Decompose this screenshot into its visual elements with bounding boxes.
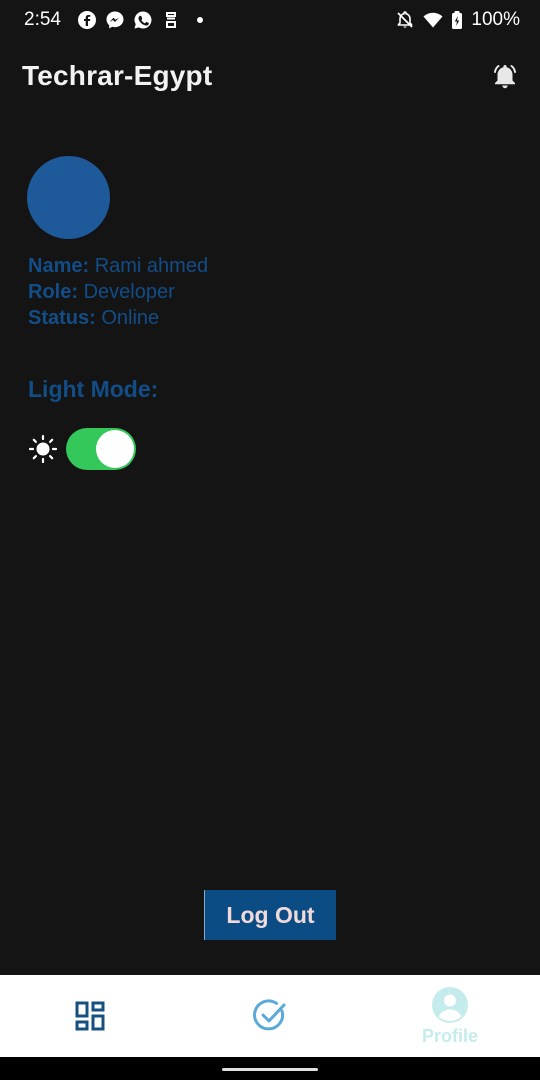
check-circle-icon (253, 999, 286, 1031)
name-row: Name: Rami ahmed (28, 253, 208, 279)
toggle-knob (96, 430, 134, 468)
role-value: Developer (83, 281, 175, 303)
status-label: Status: (28, 307, 96, 329)
status-right: 100% (395, 9, 520, 31)
role-label: Role: (28, 281, 78, 303)
wifi-icon (423, 12, 443, 28)
logout-button[interactable]: Log Out (204, 890, 336, 940)
app-title: Techrar-Egypt (22, 60, 213, 91)
bottom-navigation: Profile (0, 975, 540, 1057)
status-time: 2:54 (24, 9, 61, 30)
battery-percent: 100% (471, 9, 520, 30)
notifications-off-icon (397, 11, 414, 28)
profile-icon (432, 986, 468, 1023)
whatsapp-icon (134, 11, 152, 29)
status-bar: 2:54 100% (0, 0, 540, 40)
profile-info: Name: Rami ahmed Role: Developer Status:… (28, 253, 208, 331)
messenger-icon (106, 11, 124, 29)
light-mode-title: Light Mode: (28, 376, 159, 402)
mode-switch-row (28, 427, 170, 471)
home-gesture-handle[interactable] (222, 1068, 318, 1071)
app-icon (165, 12, 176, 28)
notification-dot (196, 17, 203, 23)
app-bar: Techrar-Egypt (0, 40, 540, 112)
nav-item-tasks[interactable] (180, 975, 360, 1057)
status-row: Status: Online (28, 305, 208, 331)
battery-charging-icon (452, 11, 463, 29)
gesture-bar (0, 1057, 540, 1080)
status-left: 2:54 (24, 9, 203, 31)
name-value: Rami ahmed (94, 255, 209, 277)
bell-icon (494, 65, 516, 89)
notifications-button[interactable] (488, 59, 522, 93)
sun-icon (28, 434, 58, 464)
moon-icon (149, 437, 161, 461)
avatar (27, 156, 110, 239)
nav-item-profile[interactable]: Profile (360, 975, 540, 1057)
role-row: Role: Developer (28, 279, 208, 305)
nav-label-profile: Profile (421, 1025, 478, 1046)
facebook-icon (77, 11, 96, 29)
status-value: Online (101, 307, 160, 329)
light-mode-toggle[interactable] (66, 428, 136, 470)
name-label: Name: (28, 255, 90, 277)
nav-item-dashboard[interactable] (0, 975, 180, 1057)
dashboard-icon (75, 1001, 105, 1031)
